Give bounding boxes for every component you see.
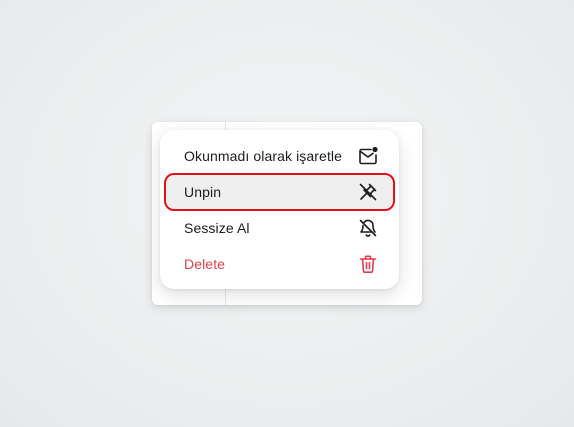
trash-icon (357, 253, 379, 275)
menu-item-label: Unpin (184, 184, 222, 200)
menu-item-unpin[interactable]: Unpin (164, 173, 395, 211)
bell-off-icon (357, 217, 379, 239)
unpin-icon (357, 181, 379, 203)
menu-item-delete[interactable]: Delete (166, 247, 393, 281)
context-menu: Okunmadı olarak işaretle Unpin Sessize A… (160, 130, 399, 289)
menu-item-label: Okunmadı olarak işaretle (184, 148, 343, 164)
menu-item-mark-unread[interactable]: Okunmadı olarak işaretle (166, 139, 393, 173)
menu-item-label: Sessize Al (184, 220, 250, 236)
menu-item-mute[interactable]: Sessize Al (166, 211, 393, 245)
menu-item-label: Delete (184, 256, 226, 272)
mail-unread-icon (357, 145, 379, 167)
